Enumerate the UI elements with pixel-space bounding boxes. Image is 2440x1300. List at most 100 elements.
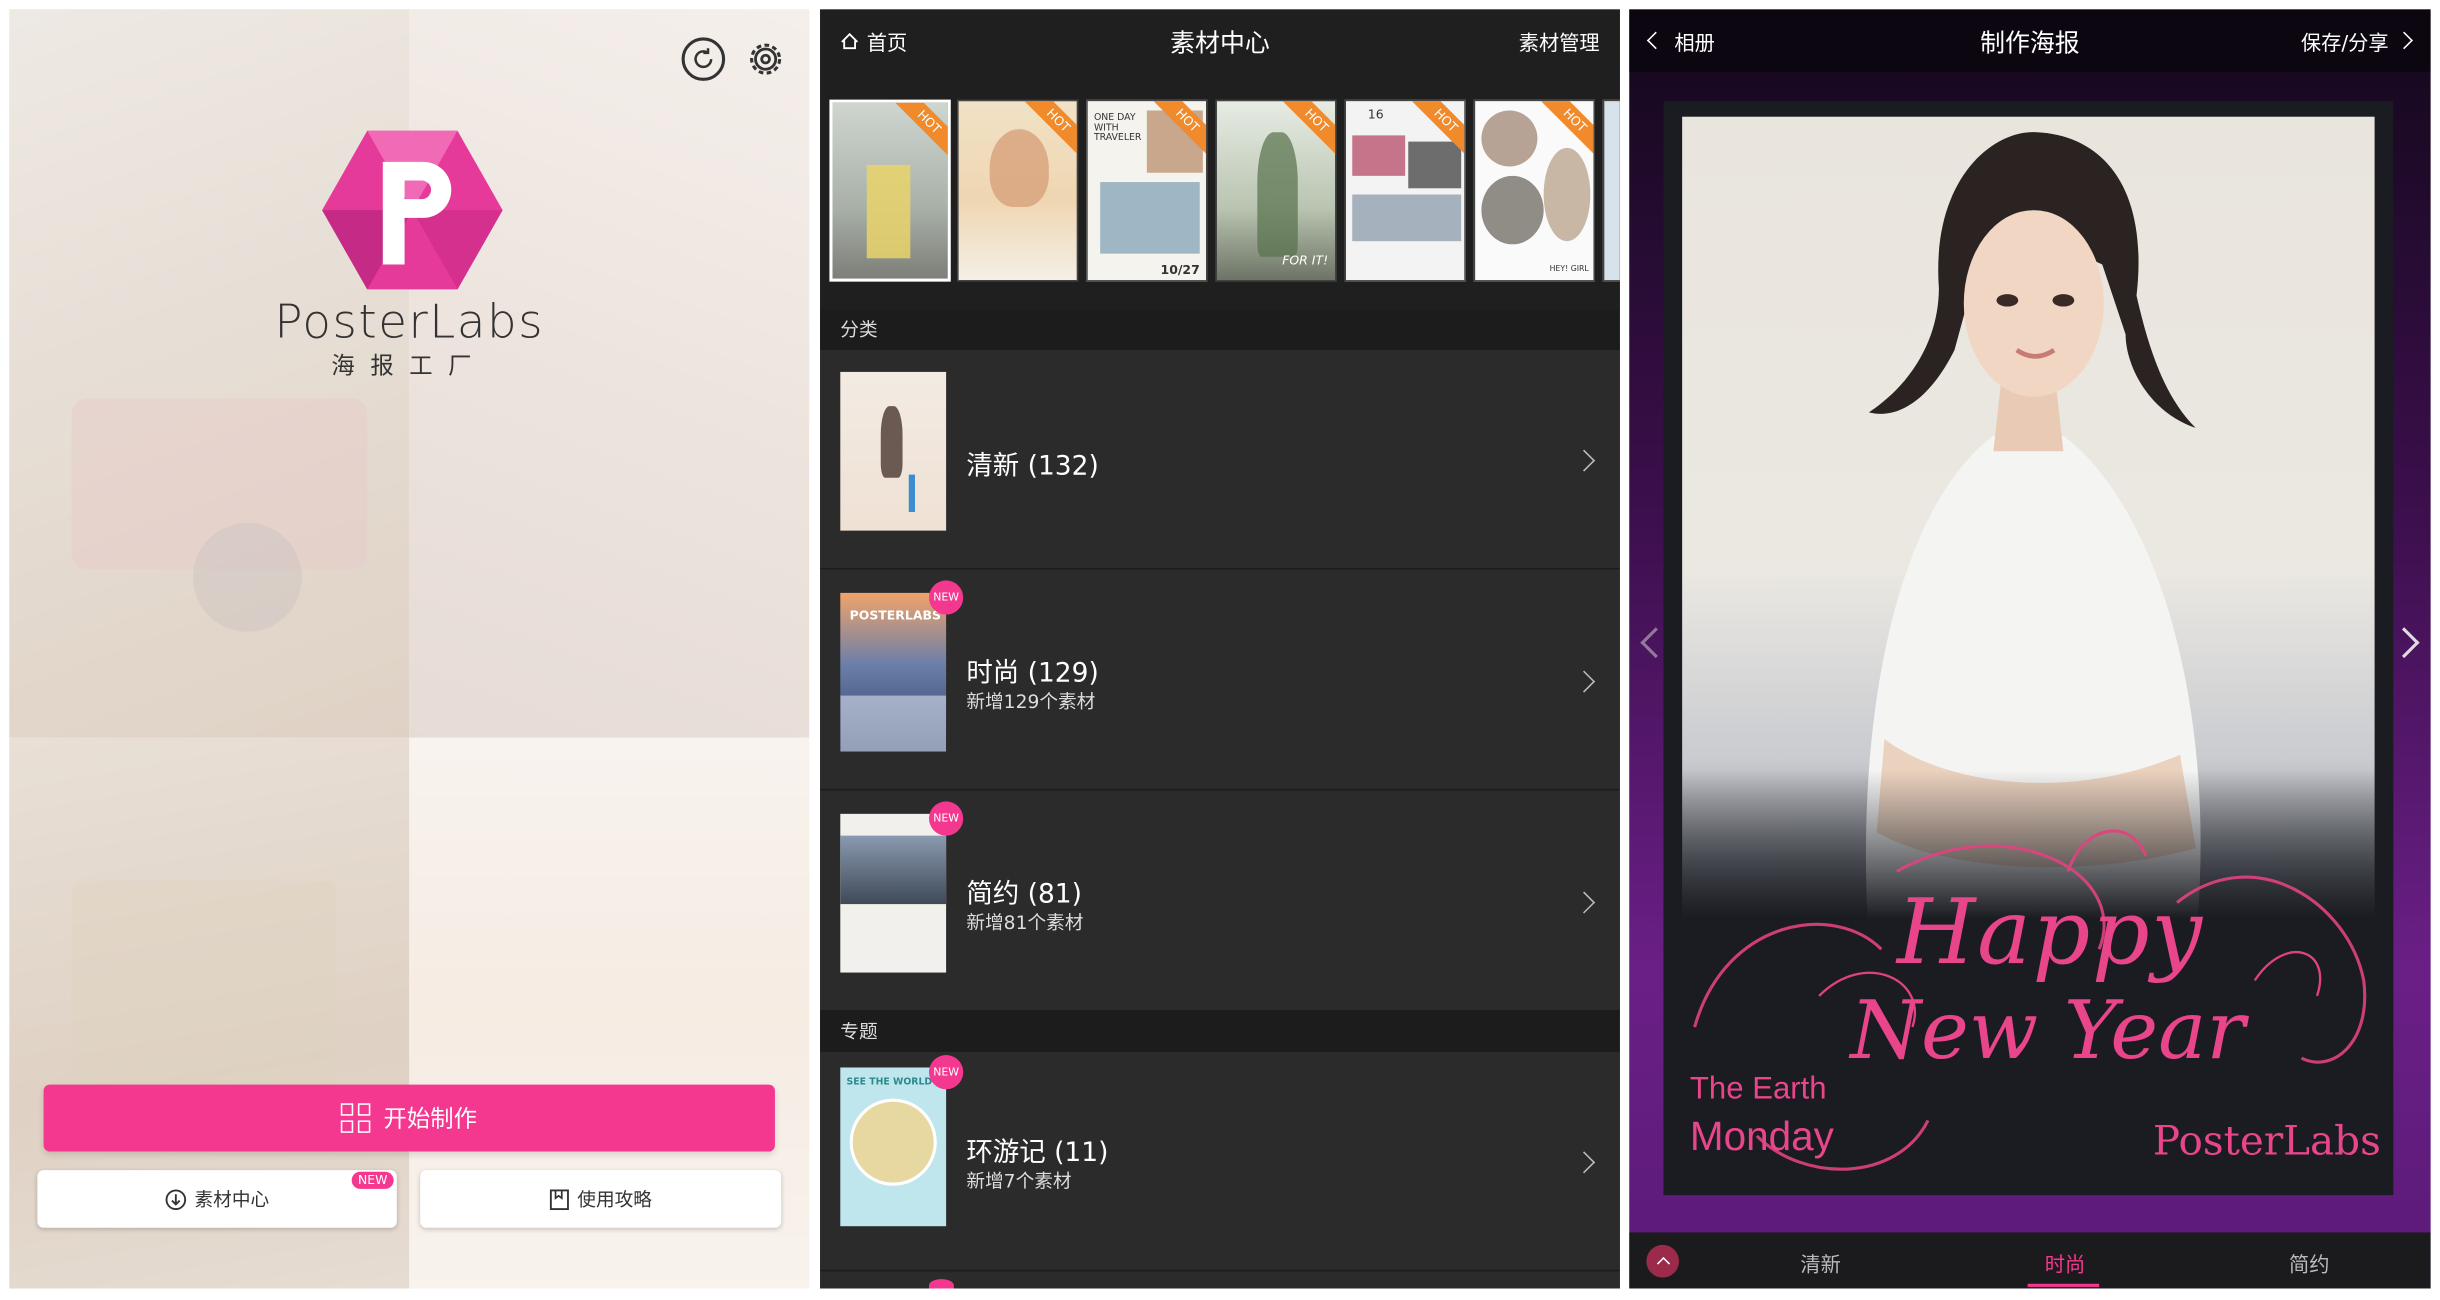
thumb-art xyxy=(1408,141,1462,189)
brand-name-en: PosterLabs xyxy=(274,295,545,351)
save-share-button[interactable]: 保存/分享 xyxy=(2300,26,2413,56)
thumb-art xyxy=(1481,110,1538,167)
hot-tag: HOT xyxy=(891,102,948,161)
posterlabs-logo xyxy=(322,130,503,290)
category-item[interactable]: POSTERLABS NEW 时尚 (129) 新增129个素材 xyxy=(820,571,1620,791)
album-back-button[interactable]: 相册 xyxy=(1646,26,1715,56)
gear-icon[interactable] xyxy=(744,37,788,81)
material-center-button[interactable]: 素材中心 NEW xyxy=(37,1170,397,1228)
thumb-art xyxy=(989,129,1049,207)
topic-subtitle: 新增7个素材 xyxy=(966,1170,1072,1192)
poster-editor-screen: 相册 制作海报 保存/分享 Happy New Year The Earth M… xyxy=(1629,9,2431,1289)
home-link-label: 首页 xyxy=(866,31,908,56)
topic-thumb: SEE THE WORLD xyxy=(840,1067,947,1227)
thumb-art xyxy=(840,835,947,905)
material-manage-button[interactable]: 素材管理 xyxy=(1519,26,1600,55)
thumb-art xyxy=(1257,132,1298,257)
new-badge: NEW xyxy=(928,580,964,615)
chevron-right-icon xyxy=(2395,31,2413,50)
guide-button[interactable]: 使用攻略 xyxy=(420,1170,782,1228)
thumb-art xyxy=(1100,182,1200,254)
section-header-topic: 专题 xyxy=(820,1011,1620,1052)
section-header-category: 分类 xyxy=(820,309,1620,351)
hot-template-thumb[interactable]: HOT xyxy=(829,99,951,282)
chevron-right-icon xyxy=(1573,449,1596,472)
category-subtitle: 新增81个素材 xyxy=(966,911,1084,934)
category-name: 简约 (81) xyxy=(966,879,1082,911)
hot-template-thumb[interactable] xyxy=(1602,99,1620,282)
poster-signature[interactable]: PosterLabs xyxy=(2153,1119,2381,1166)
thumb-caption: ONE DAY WITH TRAVELER xyxy=(1093,112,1142,144)
hot-template-thumb[interactable]: HOT xyxy=(957,99,1079,282)
expand-up-button[interactable] xyxy=(1646,1244,1680,1278)
thumb-caption: POSTERLABS xyxy=(849,608,941,623)
hot-template-thumb[interactable]: 16 HOT xyxy=(1344,99,1466,282)
active-tab-indicator xyxy=(2027,1283,2100,1287)
style-tab-bar: 清新 时尚 简约 xyxy=(1629,1232,2431,1289)
home-screen: PosterLabs 海报工厂 开始制作 素材中心 NEW 使用攻略 xyxy=(9,9,810,1289)
new-badge: NEW xyxy=(928,1055,964,1090)
start-button[interactable]: 开始制作 xyxy=(43,1084,775,1152)
header-bar: 首页 素材中心 素材管理 xyxy=(820,9,1620,72)
guide-label: 使用攻略 xyxy=(577,1188,653,1211)
hot-template-thumb[interactable]: FOR IT! HOT xyxy=(1215,99,1337,282)
chevron-right-icon xyxy=(1573,891,1596,914)
poster-script-new-year[interactable]: New Year xyxy=(1850,985,2245,1078)
material-center-label: 素材中心 xyxy=(194,1188,270,1211)
chevron-up-icon xyxy=(1656,1256,1670,1271)
thumb-art xyxy=(1352,194,1462,242)
thumb-caption: FOR IT! xyxy=(1282,253,1329,268)
thumb-art xyxy=(1543,147,1591,242)
home-icon xyxy=(841,32,859,49)
header-bar: 相册 制作海报 保存/分享 xyxy=(1629,9,2431,72)
category-thumb: POSTERLABS xyxy=(840,592,947,752)
download-icon xyxy=(165,1188,187,1210)
hot-template-thumb[interactable]: HEY! GIRL HOT xyxy=(1473,99,1596,282)
start-button-label: 开始制作 xyxy=(383,1104,477,1133)
hot-templates-strip[interactable]: HOT HOT ONE DAY WITH TRAVELER 10/27 HOT … xyxy=(820,71,1620,310)
poster-script-happy[interactable]: Happy xyxy=(1897,879,2204,985)
tab-fashion[interactable]: 时尚 xyxy=(2045,1248,2085,1277)
album-back-label: 相册 xyxy=(1674,31,1715,56)
thumb-day: 16 xyxy=(1367,107,1384,122)
hot-template-thumb[interactable]: ONE DAY WITH TRAVELER 10/27 HOT xyxy=(1086,99,1208,282)
new-badge xyxy=(928,1279,954,1289)
chevron-left-icon xyxy=(1646,31,1665,50)
category-thumb xyxy=(840,813,947,973)
thumb-caption: SEE THE WORLD xyxy=(846,1076,933,1088)
topic-item[interactable]: SEE THE WORLD NEW 环游记 (11) 新增7个素材 xyxy=(820,1051,1620,1272)
new-badge: NEW xyxy=(928,801,964,836)
thumb-art xyxy=(1352,135,1406,176)
poster-text-line2[interactable]: Monday xyxy=(1690,1113,1834,1161)
thumb-art xyxy=(1481,175,1544,245)
material-center-screen: 首页 素材中心 素材管理 HOT HOT ONE DAY WITH TRAVEL… xyxy=(820,9,1620,1289)
category-subtitle: 新增129个素材 xyxy=(966,690,1096,713)
chevron-right-icon xyxy=(1573,1151,1596,1174)
tab-fresh[interactable]: 清新 xyxy=(1800,1248,1840,1277)
tab-simple[interactable]: 简约 xyxy=(2289,1248,2329,1277)
poster-canvas[interactable]: Happy New Year The Earth Monday PosterLa… xyxy=(1663,101,2394,1196)
topic-name: 环游记 (11) xyxy=(966,1137,1109,1169)
page-title: 素材中心 xyxy=(1170,28,1270,58)
next-template-arrow[interactable] xyxy=(2388,627,2420,659)
refresh-icon[interactable] xyxy=(681,37,726,81)
thumb-caption: HEY! GIRL xyxy=(1549,264,1589,274)
thumb-art xyxy=(840,695,947,752)
category-item[interactable]: 清新 (132) xyxy=(820,350,1620,570)
category-name: 时尚 (129) xyxy=(966,658,1099,690)
category-item[interactable]: NEW 简约 (81) 新增81个素材 xyxy=(820,792,1620,1012)
save-share-label: 保存/分享 xyxy=(2300,31,2389,56)
app-screenshots: PosterLabs 海报工厂 开始制作 素材中心 NEW 使用攻略 首页 素材… xyxy=(0,0,2440,1298)
thumb-art xyxy=(880,406,903,478)
thumb-art xyxy=(849,1098,937,1186)
thumb-date: 10/27 xyxy=(1160,262,1200,277)
brand-name-cn: 海报工厂 xyxy=(331,351,488,380)
chevron-right-icon xyxy=(1573,670,1596,693)
home-link[interactable]: 首页 xyxy=(840,26,908,56)
grid-icon xyxy=(341,1103,372,1133)
poster-text-line1[interactable]: The Earth xyxy=(1690,1072,1827,1108)
thumb-art xyxy=(866,164,911,259)
next-item-peek xyxy=(820,1272,1620,1289)
category-name: 清新 (132) xyxy=(966,451,1099,483)
thumb-art xyxy=(908,474,915,512)
